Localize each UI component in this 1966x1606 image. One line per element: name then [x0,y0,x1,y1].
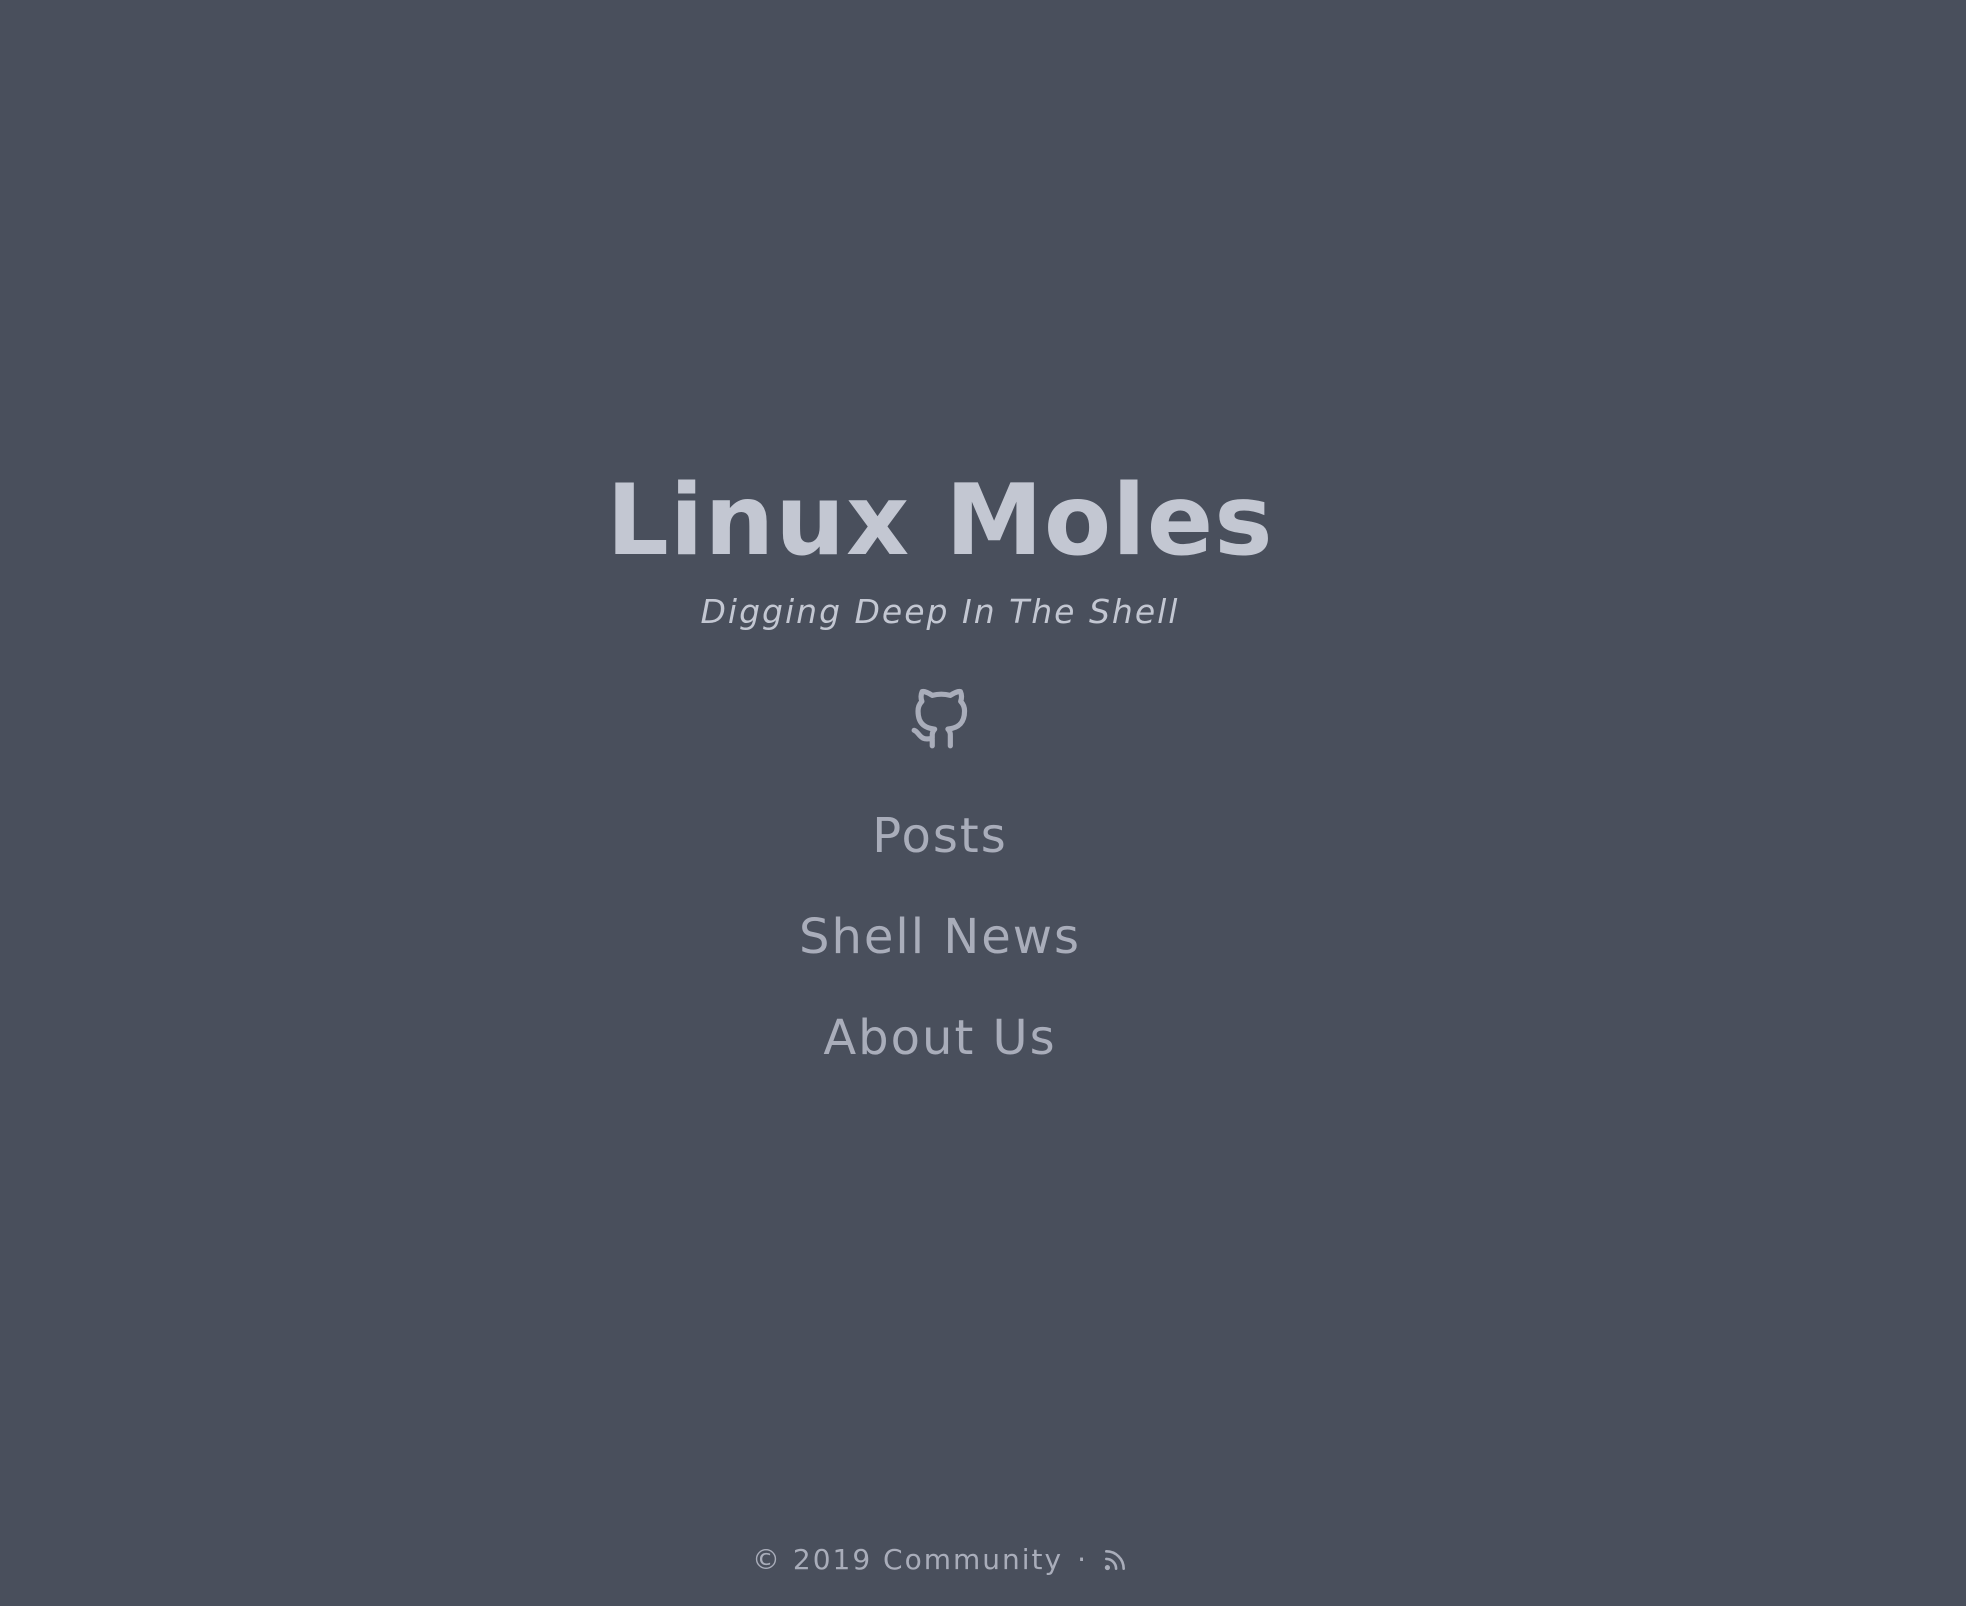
nav-link-posts[interactable]: Posts [872,806,1007,866]
nav-link-shell-news[interactable]: Shell News [799,907,1081,967]
nav-link-about-us[interactable]: About Us [823,1008,1056,1068]
rss-icon [1102,1547,1128,1573]
rss-link[interactable] [1102,1547,1128,1573]
site-title[interactable]: Linux Moles [606,462,1273,580]
footer-separator: · [1077,1543,1089,1576]
github-icon [909,687,971,753]
github-link[interactable] [907,686,973,754]
main-nav: Posts Shell News About Us [799,806,1081,1109]
site-subtitle: Digging Deep In The Shell [700,592,1180,631]
main-content: Linux Moles Digging Deep In The Shell Po… [0,0,1880,1109]
footer: © 2019 Community · [0,1540,1880,1580]
copyright-text: © 2019 Community [751,1543,1064,1576]
